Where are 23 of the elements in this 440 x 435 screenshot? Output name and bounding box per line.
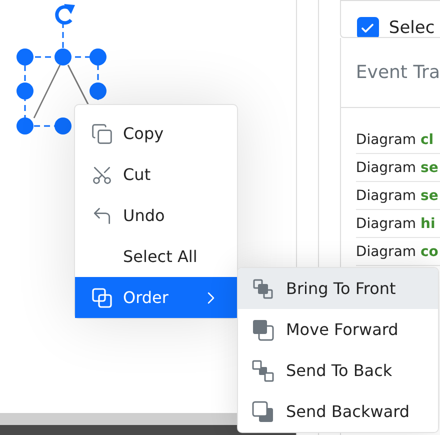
menu-item[interactable]: Bring To Front xyxy=(238,268,438,309)
send-backward-icon xyxy=(252,400,274,422)
menu-item[interactable]: Cut xyxy=(75,154,237,195)
send-to-back-icon xyxy=(252,360,274,382)
menu-item[interactable]: Undo xyxy=(75,195,237,236)
bring-to-front-icon xyxy=(252,278,274,300)
copy-icon xyxy=(91,122,113,144)
menu-item[interactable]: Order xyxy=(75,277,237,318)
menu-item[interactable]: Send To Back xyxy=(238,350,438,391)
move-forward-icon xyxy=(252,318,274,340)
menu-item[interactable]: Send Backward xyxy=(238,391,438,432)
event-row: Diagram se xyxy=(356,182,440,210)
event-row: Diagram hi xyxy=(356,210,440,238)
checkbox[interactable] xyxy=(356,17,379,37)
menu-item[interactable]: Move Forward xyxy=(238,309,438,350)
menu-item[interactable]: Copy xyxy=(75,113,237,154)
checkbox-label: Selec xyxy=(388,18,435,37)
event-row: Diagram co xyxy=(356,238,440,266)
menu-item[interactable]: Select All xyxy=(75,236,237,277)
order-icon xyxy=(91,286,113,308)
event-row: Diagram se xyxy=(356,154,440,182)
event-row: Diagram cl xyxy=(356,126,440,154)
panel-title: Event Tra xyxy=(356,62,440,83)
